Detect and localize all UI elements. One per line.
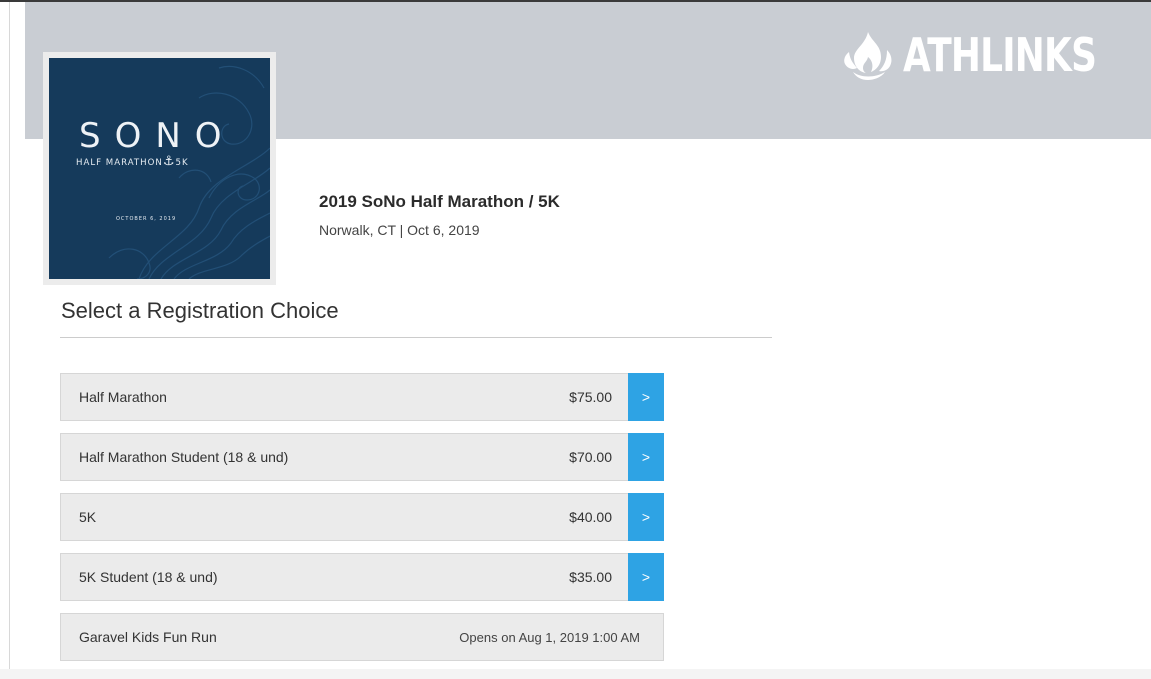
- logo-subtitle-right: 5K: [175, 158, 189, 168]
- left-border: [9, 2, 10, 679]
- event-logo: SONO HALF MARATHON⚓5K OCTOBER 6, 2019: [43, 52, 276, 285]
- registration-choice-half-marathon[interactable]: Half Marathon $75.00 >: [60, 373, 664, 421]
- brand-name: ATHLINKS: [903, 28, 1097, 82]
- logo-subtitle-left: HALF MARATHON: [76, 158, 163, 168]
- event-location-date: Norwalk, CT | Oct 6, 2019: [319, 222, 480, 238]
- flame-icon: [844, 32, 892, 80]
- select-choice-button[interactable]: >: [628, 433, 664, 481]
- logo-word: SONO: [79, 116, 236, 156]
- choice-name: Half Marathon Student (18 & und): [79, 449, 289, 465]
- section-divider: [60, 337, 772, 338]
- anchor-icon: ⚓: [162, 154, 176, 169]
- logo-date: OCTOBER 6, 2019: [116, 216, 177, 222]
- choice-price: $70.00: [569, 449, 612, 465]
- select-choice-button[interactable]: >: [628, 493, 664, 541]
- logo-subtitle: HALF MARATHON⚓5K: [76, 154, 189, 169]
- section-title: Select a Registration Choice: [61, 298, 339, 323]
- event-logo-image: SONO HALF MARATHON⚓5K OCTOBER 6, 2019: [49, 58, 270, 279]
- athlinks-logo[interactable]: ATHLINKS: [841, 30, 1123, 80]
- choice-opens-status: Opens on Aug 1, 2019 1:00 AM: [459, 629, 640, 645]
- choice-price: $40.00: [569, 509, 612, 525]
- choice-name: Garavel Kids Fun Run: [79, 629, 217, 645]
- registration-choice-5k[interactable]: 5K $40.00 >: [60, 493, 664, 541]
- choice-price: $35.00: [569, 569, 612, 585]
- choice-name: Half Marathon: [79, 389, 167, 405]
- choice-name: 5K: [79, 509, 97, 525]
- choice-price: $75.00: [569, 389, 612, 405]
- select-choice-button[interactable]: >: [628, 553, 664, 601]
- registration-choices: Half Marathon $75.00 > Half Marathon Stu…: [60, 373, 664, 673]
- select-choice-button[interactable]: >: [628, 373, 664, 421]
- choice-name: 5K Student (18 & und): [79, 569, 218, 585]
- registration-choice-kids-fun-run: Garavel Kids Fun Run Opens on Aug 1, 201…: [60, 613, 664, 661]
- event-title: 2019 SoNo Half Marathon / 5K: [319, 192, 560, 211]
- registration-choice-half-marathon-student[interactable]: Half Marathon Student (18 & und) $70.00 …: [60, 433, 664, 481]
- registration-choice-5k-student[interactable]: 5K Student (18 & und) $35.00 >: [60, 553, 664, 601]
